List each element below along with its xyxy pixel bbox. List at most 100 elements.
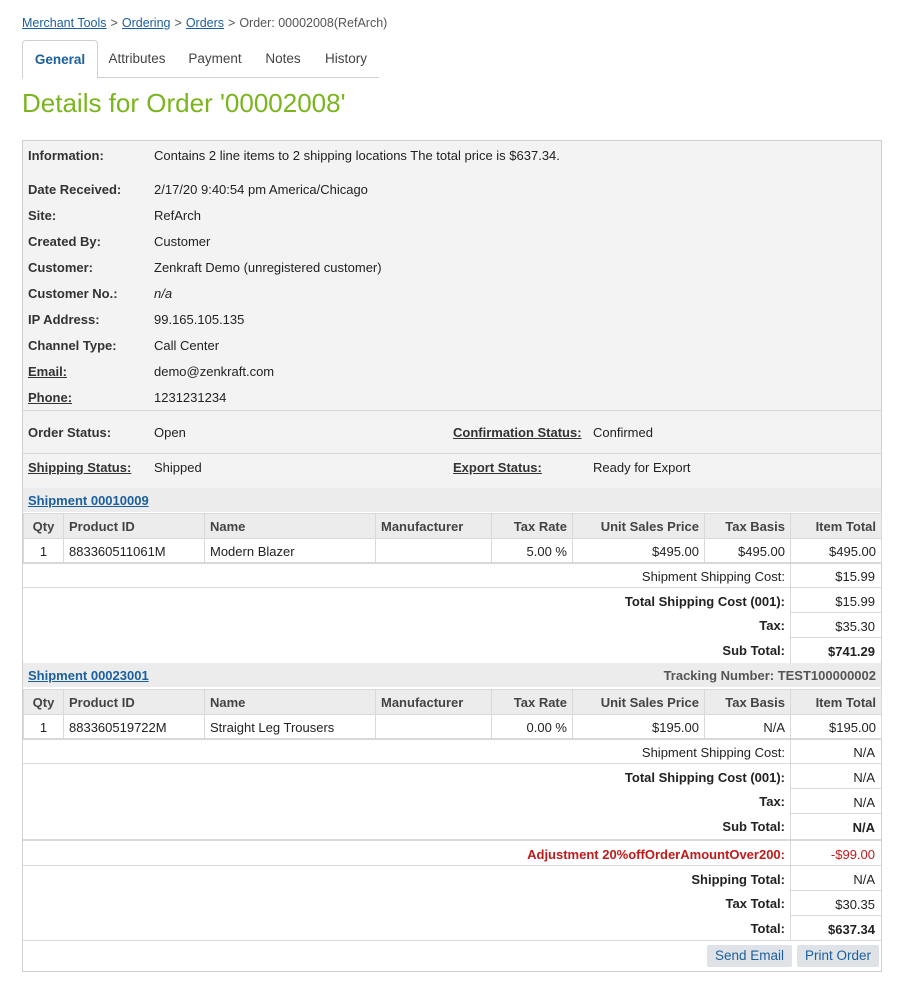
cell-manufacturer (375, 714, 492, 740)
shipment-shipping-cost-value: $15.99 (835, 569, 875, 584)
cell-manufacturer (375, 538, 492, 564)
tab-attributes[interactable]: Attributes (100, 40, 174, 77)
adjustment-value: -$99.00 (830, 847, 875, 862)
tab-history[interactable]: History (316, 40, 376, 77)
tab-payment[interactable]: Payment (180, 40, 250, 77)
breadcrumb-merchant-tools[interactable]: Merchant Tools (22, 16, 107, 30)
col-manufacturer: Manufacturer (375, 689, 492, 715)
divider (23, 940, 881, 941)
col-unit-sales-price: Unit Sales Price (572, 689, 705, 715)
email-link[interactable]: Email: (28, 364, 67, 379)
summary-row: Total Shipping Cost (001): $15.99 (23, 587, 881, 613)
shipment-header: Shipment 00023001 Tracking Number: TEST1… (23, 663, 881, 687)
site-value: RefArch (154, 208, 201, 223)
tab-bar: General Attributes Payment Notes History (22, 40, 379, 79)
summary-row: Total Shipping Cost (001): N/A (23, 763, 881, 789)
col-name: Name (204, 513, 376, 539)
table-header-row: Qty Product ID Name Manufacturer Tax Rat… (23, 689, 882, 715)
tax-total-label: Tax Total: (725, 896, 785, 911)
shipment-items-table: Qty Product ID Name Manufacturer Tax Rat… (23, 689, 882, 740)
total-shipping-cost-label: Total Shipping Cost (001): (624, 594, 785, 609)
cell-product-id: 883360519722M (63, 714, 205, 740)
phone-value: 1231231234 (154, 390, 227, 405)
tab-notes[interactable]: Notes (258, 40, 308, 77)
col-tax-basis: Tax Basis (704, 689, 791, 715)
date-received-value: 2/17/20 9:40:54 pm America/Chicago (154, 182, 368, 197)
export-status-link[interactable]: Export Status: (453, 460, 542, 475)
customer-no-label: Customer No.: (28, 286, 118, 301)
col-product-id: Product ID (63, 513, 205, 539)
summary-row: Shipment Shipping Cost: N/A (23, 738, 881, 764)
print-order-button[interactable]: Print Order (797, 945, 880, 967)
shipment-items-table: Qty Product ID Name Manufacturer Tax Rat… (23, 513, 882, 564)
cell-name: Modern Blazer (204, 538, 376, 564)
order-details-panel: Information: Contains 2 line items to 2 … (22, 140, 882, 972)
total-shipping-cost-label: Total Shipping Cost (001): (624, 770, 785, 785)
col-item-total: Item Total (790, 689, 882, 715)
adjustment-label: Adjustment 20%offOrderAmountOver200: (527, 847, 785, 862)
site-label: Site: (28, 208, 57, 223)
breadcrumb-separator: > (174, 16, 182, 30)
col-name: Name (204, 689, 376, 715)
summary-row: Sub Total: N/A (23, 813, 881, 839)
cell-unit-sales-price: $195.00 (572, 714, 705, 740)
shipping-status-link[interactable]: Shipping Status: (28, 460, 131, 475)
tax-value: N/A (853, 795, 875, 810)
shipment-header: Shipment 00010009 (23, 488, 881, 512)
tax-label: Tax: (759, 794, 785, 809)
channel-type-value: Call Center (154, 338, 220, 353)
col-item-total: Item Total (790, 513, 882, 539)
shipment-link[interactable]: Shipment 00023001 (28, 668, 149, 683)
breadcrumb-orders[interactable]: Orders (186, 16, 224, 30)
summary-row: Sub Total: $741.29 (23, 637, 881, 663)
shipment-shipping-cost-label: Shipment Shipping Cost: (641, 745, 785, 760)
summary-row: Total: $637.34 (23, 915, 881, 941)
customer-no-value: n/a (154, 286, 173, 301)
table-row: 1 883360511061M Modern Blazer 5.00 % $49… (23, 538, 882, 564)
shipment-link[interactable]: Shipment 00010009 (28, 493, 149, 508)
breadcrumb-current: Order: 00002008(RefArch) (239, 16, 388, 30)
cell-tax-basis: $495.00 (704, 538, 791, 564)
tax-total-value: $30.35 (835, 897, 875, 912)
customer-value: Zenkraft Demo (unregistered customer) (154, 260, 382, 275)
order-status-label: Order Status: (28, 425, 112, 440)
shipment-shipping-cost-label: Shipment Shipping Cost: (641, 569, 785, 584)
col-manufacturer: Manufacturer (375, 513, 492, 539)
divider (23, 453, 881, 454)
page-title: Details for Order '00002008' (22, 88, 346, 118)
phone-link[interactable]: Phone: (28, 390, 72, 405)
tracking-number: Tracking Number: TEST100000002 (663, 668, 876, 683)
send-email-button[interactable]: Send Email (707, 945, 793, 967)
table-row: 1 883360519722M Straight Leg Trousers 0.… (23, 714, 882, 740)
col-unit-sales-price: Unit Sales Price (572, 513, 705, 539)
cell-qty: 1 (23, 538, 64, 564)
ip-address-label: IP Address: (28, 312, 100, 327)
breadcrumb-separator: > (110, 16, 118, 30)
col-qty: Qty (23, 513, 64, 539)
channel-type-label: Channel Type: (28, 338, 117, 353)
col-tax-rate: Tax Rate (491, 689, 573, 715)
col-tax-rate: Tax Rate (491, 513, 573, 539)
col-product-id: Product ID (63, 689, 205, 715)
sub-total-label: Sub Total: (722, 819, 785, 834)
sub-total-label: Sub Total: (722, 643, 785, 658)
information-value: Contains 2 line items to 2 shipping loca… (154, 148, 560, 163)
export-status-value: Ready for Export (593, 460, 691, 475)
order-info-section: Information: Contains 2 line items to 2 … (23, 141, 881, 488)
cell-item-total: $195.00 (790, 714, 882, 740)
date-received-label: Date Received: (28, 182, 122, 197)
cell-tax-rate: 0.00 % (491, 714, 573, 740)
breadcrumb-ordering[interactable]: Ordering (122, 16, 171, 30)
col-qty: Qty (23, 689, 64, 715)
tax-value: $35.30 (835, 619, 875, 634)
tax-label: Tax: (759, 618, 785, 633)
sub-total-value: $741.29 (828, 644, 875, 659)
total-label: Total: (750, 921, 785, 936)
order-status-value: Open (154, 425, 186, 440)
confirmation-status-link[interactable]: Confirmation Status: (453, 425, 582, 440)
breadcrumb-separator: > (228, 16, 236, 30)
tab-general[interactable]: General (22, 40, 98, 79)
cell-product-id: 883360511061M (63, 538, 205, 564)
shipping-total-value: N/A (853, 872, 875, 887)
cell-tax-basis: N/A (704, 714, 791, 740)
